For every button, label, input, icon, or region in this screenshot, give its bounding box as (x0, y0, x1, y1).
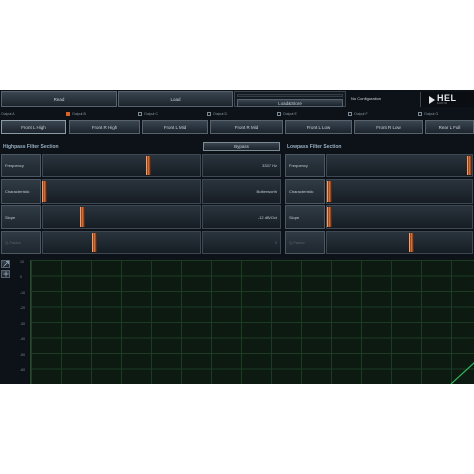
output-c[interactable]: Output C (138, 112, 158, 116)
output-f-checkbox-icon[interactable] (348, 112, 352, 116)
output-g-label: Output G (424, 112, 439, 116)
output-bar: Output A Output B Output C Output D Outp… (0, 111, 474, 119)
channel-rear-l-full[interactable]: Rear L Full (425, 120, 474, 134)
lowpass-title: Lowpass Filter Section (287, 144, 342, 150)
channel-front-r-high[interactable]: Front R High (69, 120, 140, 134)
hp-frequency-value: 3337 Hz (202, 154, 281, 177)
output-b-label: Output B (72, 112, 86, 116)
hp-qfactor-handle[interactable] (92, 233, 98, 252)
logo-subtext: AUDIO (437, 101, 448, 105)
lp-qfactor-slider[interactable] (326, 231, 473, 254)
lp-slope-label: Slope (285, 205, 325, 229)
y-tick: 0 (20, 275, 22, 279)
y-tick: -50 (20, 353, 26, 357)
output-c-label: Output C (144, 112, 159, 116)
load-button[interactable]: Load (118, 91, 233, 107)
hp-qfactor-slider[interactable] (42, 231, 201, 254)
output-b-checkbox-icon[interactable] (66, 112, 70, 116)
output-c-checkbox-icon[interactable] (138, 112, 142, 116)
channel-front-l-high[interactable]: Front L High (1, 120, 66, 134)
output-d-checkbox-icon[interactable] (207, 112, 211, 116)
load-store-group: Load&Store (234, 91, 346, 107)
output-e-label: Output E (283, 112, 297, 116)
output-e[interactable]: Output E (277, 112, 297, 116)
output-f[interactable]: Output F (348, 112, 368, 116)
progress-bar (237, 94, 343, 97)
channel-front-l-low[interactable]: Front L Low (285, 120, 352, 134)
lp-qfactor-label: Q-Factor (285, 231, 325, 254)
arrows-icon (3, 271, 8, 277)
y-tick: -30 (20, 322, 26, 326)
response-curve (450, 362, 474, 384)
lp-qfactor-handle[interactable] (408, 233, 414, 252)
output-d-label: Output D (213, 112, 228, 116)
y-tick: 10 (20, 260, 24, 264)
channel-front-r-mid[interactable]: Front R Mid (210, 120, 283, 134)
expand-icon (2, 261, 9, 267)
lowpass-section: Lowpass Filter Section Frequency Charact… (284, 139, 474, 257)
hp-frequency-label: Frequency (1, 154, 41, 177)
output-a-label: Output A (1, 112, 15, 116)
lp-characteristic-label: Characteristic (285, 179, 325, 204)
hp-slope-handle[interactable] (79, 207, 85, 227)
highpass-section: Highpass Filter Section Bypass Frequency… (0, 139, 282, 257)
zoom-tool-button[interactable] (1, 260, 10, 268)
y-tick: -40 (20, 337, 26, 341)
y-tick: -10 (20, 291, 26, 295)
lp-frequency-slider[interactable] (326, 154, 473, 177)
config-status: No Configuration (351, 96, 382, 101)
logo-mark-icon (429, 95, 435, 104)
lp-frequency-handle[interactable] (466, 156, 472, 175)
hp-slope-slider[interactable] (42, 205, 201, 229)
brand-logo: HEL AUDIO (420, 92, 474, 107)
hp-qfactor-value: 0 (202, 231, 281, 254)
output-e-checkbox-icon[interactable] (277, 112, 281, 116)
response-curve-layer (450, 362, 474, 384)
load-store-button[interactable]: Load&Store (237, 99, 343, 107)
hp-slope-label: Slope (1, 205, 41, 229)
bypass-button[interactable]: Bypass (203, 142, 280, 151)
y-tick: -60 (20, 368, 26, 372)
lp-characteristic-handle[interactable] (327, 181, 333, 202)
hp-characteristic-label: Characteristic (1, 179, 41, 204)
channel-front-r-low[interactable]: Front R Low (354, 120, 423, 134)
channel-front-l-mid[interactable]: Front L Mid (142, 120, 208, 134)
hp-characteristic-value: Butterworth (202, 179, 281, 204)
lp-characteristic-slider[interactable] (326, 179, 473, 204)
frequency-response-graph[interactable] (30, 260, 474, 384)
output-b[interactable]: Output B (66, 112, 86, 116)
lp-slope-handle[interactable] (327, 207, 333, 227)
highpass-title: Highpass Filter Section (3, 144, 59, 150)
dsp-app-window: Read Load Load&Store No Configuration HE… (0, 90, 474, 384)
lp-frequency-label: Frequency (285, 154, 325, 177)
hp-frequency-slider[interactable] (42, 154, 201, 177)
output-f-label: Output F (354, 112, 368, 116)
output-a[interactable]: Output A (1, 112, 15, 116)
lp-slope-slider[interactable] (326, 205, 473, 229)
hp-characteristic-handle[interactable] (42, 181, 48, 202)
read-button[interactable]: Read (1, 91, 117, 107)
output-g[interactable]: Output G (418, 112, 438, 116)
hp-frequency-handle[interactable] (145, 156, 151, 175)
reset-tool-button[interactable] (1, 270, 10, 278)
y-tick: -20 (20, 306, 26, 310)
hp-slope-value: -12 dB/Oct (202, 205, 281, 229)
hp-characteristic-slider[interactable] (42, 179, 201, 204)
output-d[interactable]: Output D (207, 112, 227, 116)
hp-qfactor-label: Q-Factor (1, 231, 41, 254)
output-g-checkbox-icon[interactable] (418, 112, 422, 116)
